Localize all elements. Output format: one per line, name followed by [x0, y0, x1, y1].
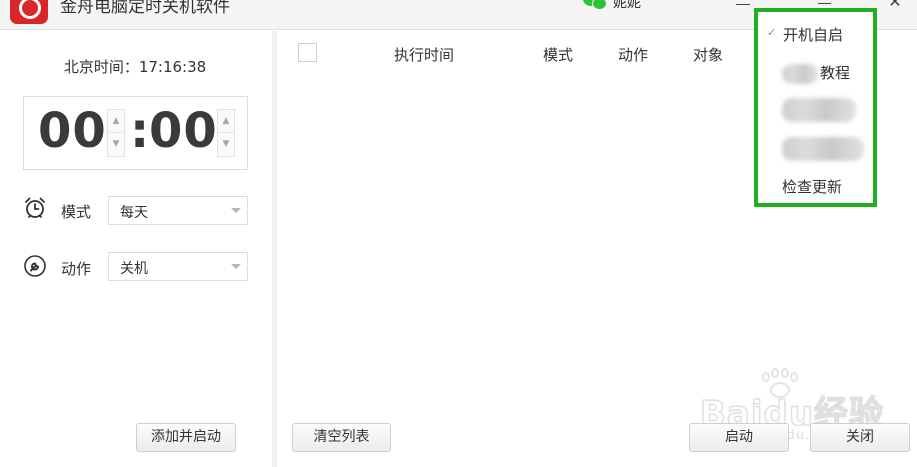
mode-label: 模式 — [61, 203, 92, 221]
blurred-text — [782, 64, 818, 84]
time-picker: 00 ▲ ▼ : 00 ▲ ▼ — [23, 96, 248, 170]
check-icon: ✓ — [767, 26, 777, 39]
hour-spinner: ▲ ▼ — [107, 109, 125, 157]
hour-value[interactable]: 00 — [38, 103, 107, 159]
close-button[interactable]: 关闭 — [810, 423, 910, 452]
hour-down-arrow-icon[interactable]: ▼ — [108, 133, 124, 156]
menu-item-blurred-1[interactable] — [758, 96, 873, 124]
beijing-time-label: 北京时间：17:16:38 — [63, 58, 207, 76]
minute-up-arrow-icon[interactable]: ▲ — [218, 110, 234, 133]
wechat-icon[interactable] — [583, 0, 607, 10]
start-button[interactable]: 启动 — [689, 423, 789, 452]
column-header-action: 动作 — [618, 46, 649, 64]
action-select[interactable]: 关机 — [108, 252, 248, 281]
window-close-button[interactable]: ✕ — [882, 0, 908, 13]
minute-value[interactable]: 00 — [149, 103, 218, 159]
user-name[interactable]: 妮妮 — [613, 0, 641, 12]
action-select-value: 关机 — [120, 261, 148, 277]
column-header-exec-time: 执行时间 — [394, 46, 455, 64]
menu-item-autostart[interactable]: ✓ 开机自启 — [758, 20, 873, 48]
mode-select[interactable]: 每天 — [108, 196, 248, 225]
add-and-start-button[interactable]: 添加并启动 — [136, 423, 236, 452]
menu-item-tutorial[interactable]: 教程 — [758, 58, 873, 86]
time-separator: : — [130, 103, 150, 159]
chevron-down-icon[interactable] — [225, 197, 247, 224]
alarm-clock-icon — [23, 196, 47, 220]
menu-item-tutorial-label: 教程 — [820, 64, 851, 82]
hour-up-arrow-icon[interactable]: ▲ — [108, 110, 124, 133]
menu-item-autostart-label: 开机自启 — [783, 26, 844, 44]
app-logo-icon — [10, 0, 48, 24]
select-all-checkbox[interactable] — [298, 43, 317, 62]
clear-list-button[interactable]: 清空列表 — [292, 423, 391, 452]
mode-select-value: 每天 — [120, 205, 148, 221]
menu-item-blurred-2[interactable] — [758, 135, 873, 163]
action-label: 动作 — [61, 260, 92, 278]
menu-item-check-update-label: 检查更新 — [782, 178, 843, 196]
column-header-mode: 模式 — [543, 46, 574, 64]
minute-spinner: ▲ ▼ — [217, 109, 235, 157]
minute-down-arrow-icon[interactable]: ▼ — [218, 133, 234, 156]
settings-popup-menu: ✓ 开机自启 教程 检查更新 — [754, 8, 877, 207]
chevron-down-icon[interactable] — [225, 253, 247, 280]
blurred-text — [782, 137, 864, 161]
wrench-icon — [23, 254, 47, 278]
menu-item-check-update[interactable]: 检查更新 — [758, 172, 873, 200]
app-title: 金舟电脑定时关机软件 — [60, 0, 230, 17]
column-header-target: 对象 — [693, 46, 724, 64]
panel-divider — [272, 31, 277, 467]
blurred-text — [782, 98, 856, 122]
